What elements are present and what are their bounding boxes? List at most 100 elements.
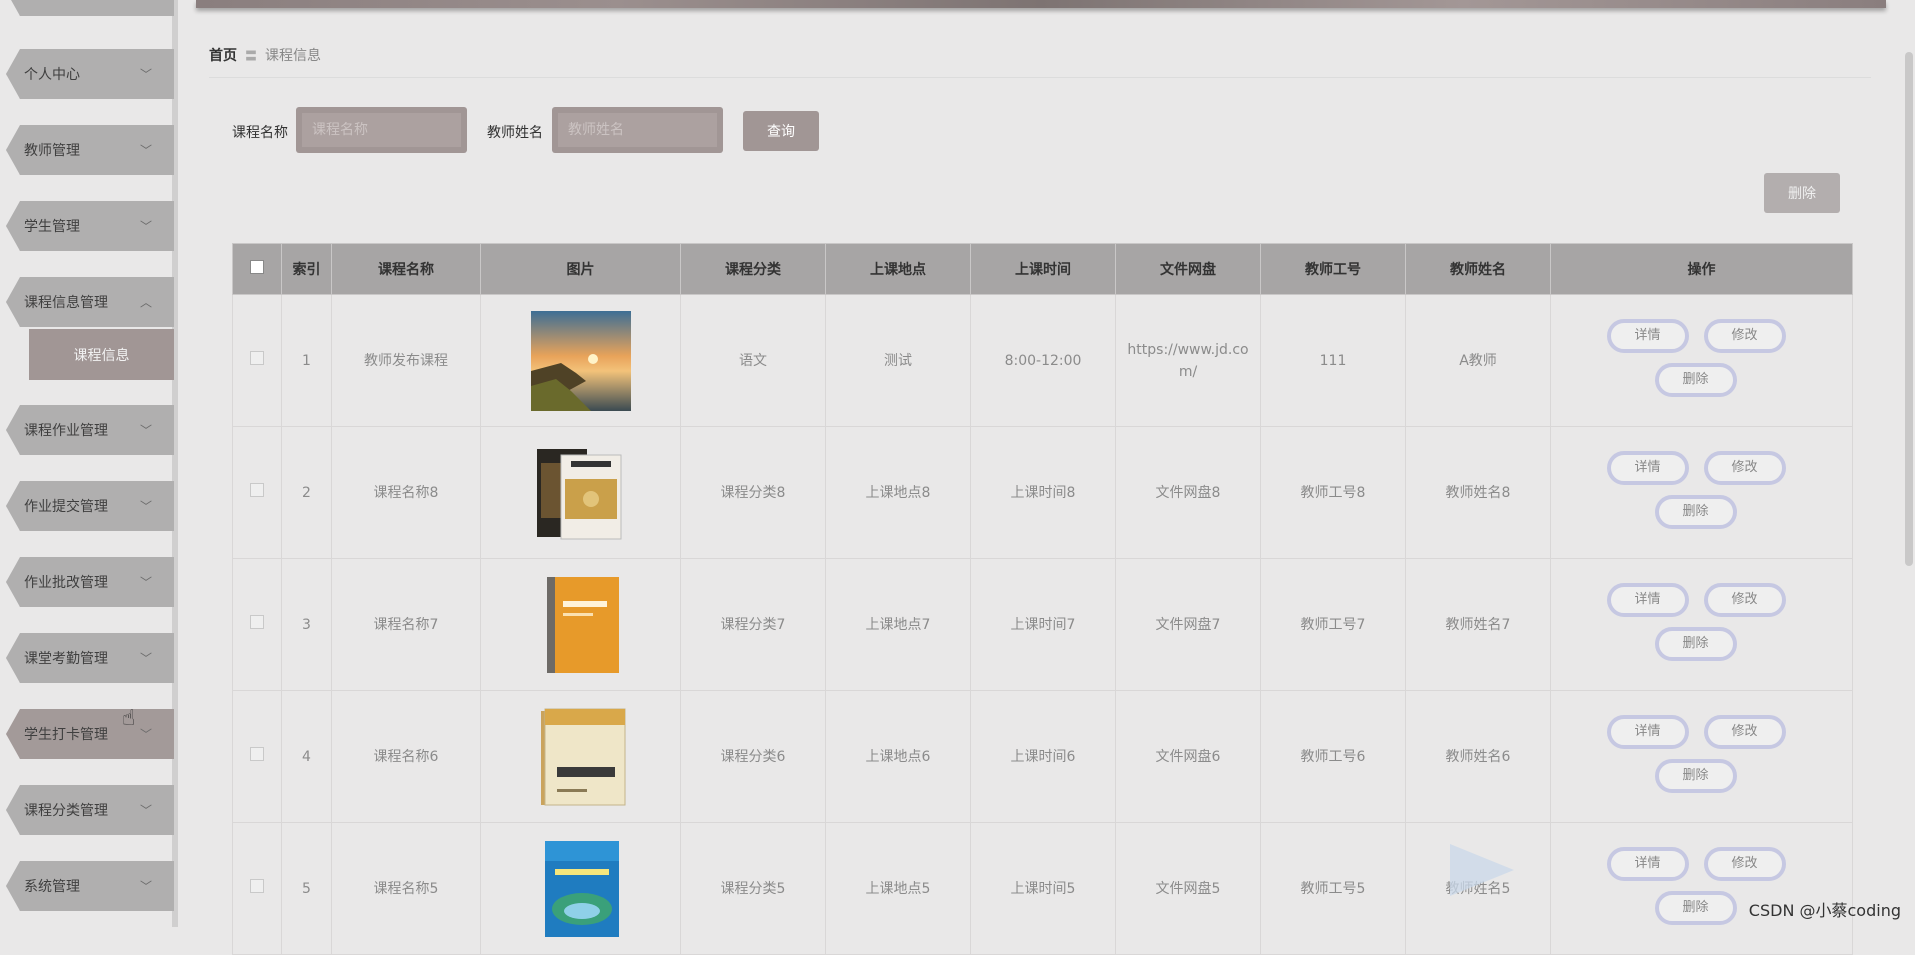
cell-index: 5 [281, 822, 332, 955]
sidebar-item-label: 课程作业管理 [24, 423, 108, 439]
sidebar-item-system-management[interactable]: 系统管理 ﹀ [6, 861, 174, 911]
page-scrollbar[interactable] [1901, 0, 1915, 927]
delete-button[interactable]: 删除 [1654, 758, 1737, 793]
detail-button[interactable]: 详情 [1606, 582, 1689, 617]
submenu-item-course-info[interactable]: 课程信息 [29, 329, 174, 380]
sidebar-item-course-category-management[interactable]: 课程分类管理 ﹀ [6, 785, 174, 835]
course-name-input[interactable] [302, 113, 461, 147]
cell-index: 4 [281, 690, 332, 823]
column-header: 索引 [281, 243, 332, 295]
row-actions: 详情 修改 删除 [1606, 447, 1797, 539]
detail-button[interactable]: 详情 [1606, 846, 1689, 881]
batch-delete-button[interactable]: 删除 [1764, 173, 1840, 213]
delete-button[interactable]: 删除 [1654, 362, 1737, 397]
course-image [540, 708, 625, 805]
sidebar-item-label: 首页 [24, 0, 52, 1]
cell-course-name: 课程名称6 [331, 690, 481, 823]
detail-button[interactable]: 详情 [1606, 714, 1689, 749]
breadcrumb-current: 课程信息 [265, 48, 322, 64]
chevron-down-icon: ﹀ [139, 727, 152, 742]
row-checkbox[interactable] [250, 350, 264, 365]
cell-category: 课程分类8 [680, 426, 826, 559]
sidebar-item-course-info-management[interactable]: 课程信息管理 ︿ [6, 277, 174, 327]
delete-button[interactable]: 删除 [1654, 626, 1737, 661]
delete-button[interactable]: 删除 [1654, 890, 1737, 925]
breadcrumb: 首页〓课程信息 [209, 45, 1871, 78]
sidebar-item-label: 个人中心 [24, 67, 80, 83]
select-all-checkbox[interactable] [250, 260, 264, 274]
table-header-row: 索引 课程名称 图片 课程分类 上课地点 上课时间 文件网盘 教师工号 教师姓名… [232, 243, 1853, 295]
edit-button[interactable]: 修改 [1703, 582, 1786, 617]
sidebar-item-homework-grading-management[interactable]: 作业批改管理 ﹀ [6, 557, 174, 607]
hand-cursor-icon: ☝ [122, 706, 136, 731]
sidebar-item-student-checkin-management[interactable]: 学生打卡管理 ﹀ [6, 709, 174, 759]
cell-location: 上课地点5 [825, 822, 971, 955]
table-row: 4 课程名称6 课程分类6 上课地点6 上课时间6 文件网盘6 教师工号6 教师… [232, 690, 1853, 823]
cell-time: 上课时间8 [970, 426, 1116, 559]
cell-location: 上课地点7 [825, 558, 971, 691]
course-image [546, 576, 619, 673]
column-header: 课程分类 [680, 243, 826, 295]
course-image [544, 840, 619, 937]
course-table: 索引 课程名称 图片 课程分类 上课地点 上课时间 文件网盘 教师工号 教师姓名… [232, 243, 1853, 955]
cell-teacher-name: 教师姓名6 [1405, 690, 1551, 823]
cell-file-disk: 文件网盘5 [1115, 822, 1261, 955]
sidebar-item-label: 作业批改管理 [24, 575, 108, 591]
row-checkbox[interactable] [250, 482, 264, 497]
cell-teacher-name: 教师姓名8 [1405, 426, 1551, 559]
table-row: 2 课程名称8 课程分类8 上课地点8 上课时间8 文件网盘8 教师工号8 教师… [232, 426, 1853, 559]
teacher-name-label: 教师姓名 [487, 125, 543, 141]
cell-teacher-no: 111 [1260, 294, 1406, 427]
sidebar-item-label: 课堂考勤管理 [24, 651, 108, 667]
cell-file-disk: 文件网盘8 [1115, 426, 1261, 559]
cell-teacher-no: 教师工号5 [1260, 822, 1406, 955]
sidebar-item-teacher-management[interactable]: 教师管理 ﹀ [6, 125, 174, 175]
cell-index: 3 [281, 558, 332, 691]
course-image [530, 310, 631, 411]
course-name-label: 课程名称 [232, 125, 288, 141]
course-name-field [296, 107, 467, 153]
sidebar-item-attendance-management[interactable]: 课堂考勤管理 ﹀ [6, 633, 174, 683]
cell-file-disk: 文件网盘6 [1115, 690, 1261, 823]
sidebar-item-label: 课程分类管理 [24, 803, 108, 819]
cell-teacher-name: 教师姓名7 [1405, 558, 1551, 691]
submenu-item-label: 课程信息 [73, 347, 130, 364]
edit-button[interactable]: 修改 [1703, 714, 1786, 749]
delete-button[interactable]: 删除 [1654, 494, 1737, 529]
watermark: CSDN @小蔡coding [1748, 901, 1901, 920]
edit-button[interactable]: 修改 [1703, 846, 1786, 881]
cell-course-name: 课程名称8 [331, 426, 481, 559]
chevron-down-icon: ﹀ [139, 499, 152, 514]
detail-button[interactable]: 详情 [1606, 318, 1689, 353]
row-checkbox[interactable] [250, 614, 264, 629]
column-header: 图片 [480, 243, 681, 295]
row-checkbox[interactable] [250, 878, 264, 893]
cell-location: 测试 [825, 294, 971, 427]
cell-location: 上课地点6 [825, 690, 971, 823]
row-actions: 详情 修改 删除 [1606, 711, 1797, 803]
sidebar-item-label: 系统管理 [24, 879, 80, 895]
column-header: 文件网盘 [1115, 243, 1261, 295]
select-all-cell [232, 243, 282, 295]
detail-button[interactable]: 详情 [1606, 450, 1689, 485]
sidebar-item-home[interactable]: 首页 [6, 0, 174, 16]
scrollbar-thumb[interactable] [1905, 52, 1913, 566]
cell-course-name: 教师发布课程 [331, 294, 481, 427]
breadcrumb-home[interactable]: 首页 [209, 48, 237, 64]
chevron-down-icon: ﹀ [139, 67, 152, 82]
chevron-down-icon: ﹀ [139, 219, 152, 234]
edit-button[interactable]: 修改 [1703, 450, 1786, 485]
sidebar-item-personal-center[interactable]: 个人中心 ﹀ [6, 49, 174, 99]
query-button[interactable]: 查询 [743, 111, 819, 151]
sidebar-item-homework-submission-management[interactable]: 作业提交管理 ﹀ [6, 481, 174, 531]
sidebar-item-course-homework-management[interactable]: 课程作业管理 ﹀ [6, 405, 174, 455]
edit-button[interactable]: 修改 [1703, 318, 1786, 353]
cell-time: 上课时间6 [970, 690, 1116, 823]
row-checkbox[interactable] [250, 746, 264, 761]
cell-course-name: 课程名称5 [331, 822, 481, 955]
sidebar-item-student-management[interactable]: 学生管理 ﹀ [6, 201, 174, 251]
row-actions: 详情 修改 删除 [1606, 579, 1797, 671]
cell-course-name: 课程名称7 [331, 558, 481, 691]
column-header: 课程名称 [331, 243, 481, 295]
teacher-name-input[interactable] [558, 113, 717, 147]
